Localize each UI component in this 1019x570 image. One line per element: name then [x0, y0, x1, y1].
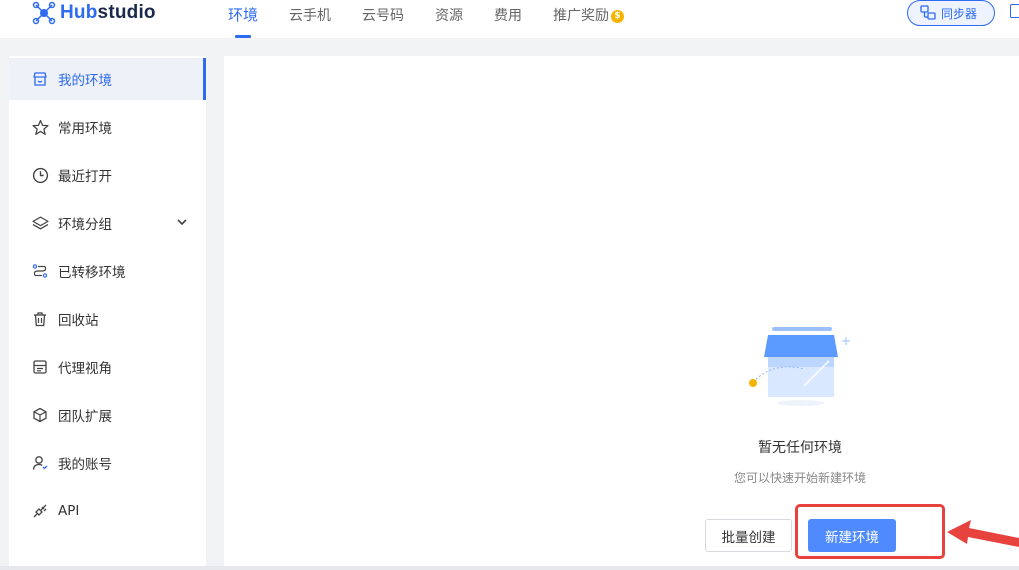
new-environment-button[interactable]: 新建环境: [808, 519, 896, 552]
sidebar-item-label: 团队扩展: [58, 409, 112, 425]
nav-tab-cloud-number[interactable]: 云号码: [362, 0, 404, 38]
sidebar-item-label: 环境分组: [58, 217, 112, 233]
nav-tab-referral-label: 推广奖励: [553, 8, 610, 24]
sidebar-item-label: 已转移环境: [58, 265, 126, 281]
nav-tab-billing[interactable]: 费用: [494, 0, 522, 38]
clock-icon: [31, 166, 49, 184]
nav-tab-cloud-phone[interactable]: 云手机: [289, 0, 331, 38]
sidebar: 我的环境 常用环境 最近打开 环境分组 已转移环境 回收站 代理视角 团队扩展 …: [9, 56, 206, 570]
annotation-arrow: [947, 520, 1019, 547]
message-icon[interactable]: [1010, 4, 1019, 18]
logo-text: Hubstudio: [60, 2, 156, 24]
proxy-icon: [31, 358, 49, 376]
empty-state-illustration: [749, 327, 850, 406]
chevron-down-icon[interactable]: [176, 216, 188, 228]
sidebar-item-transferred-environments[interactable]: 已转移环境: [9, 250, 206, 292]
sidebar-item-favorite-environments[interactable]: 常用环境: [9, 106, 206, 148]
bottom-divider: [0, 566, 1019, 570]
coin-icon: $: [611, 9, 625, 23]
synchronizer-icon: [920, 5, 936, 20]
nav-tab-referral[interactable]: 推广奖励 $: [553, 0, 625, 38]
sidebar-item-label: 常用环境: [58, 121, 112, 137]
store-icon: [31, 70, 49, 88]
sidebar-item-api[interactable]: API: [9, 490, 206, 532]
sidebar-item-label: 回收站: [58, 313, 99, 329]
sidebar-item-environment-groups[interactable]: 环境分组: [9, 202, 206, 244]
logo-text-prefix: Hub: [60, 2, 98, 23]
sidebar-item-my-account[interactable]: 我的账号: [9, 442, 206, 484]
synchronizer-button[interactable]: 同步器: [907, 0, 995, 26]
main-nav: 环境 云手机 云号码 资源 费用 推广奖励 $: [228, 0, 655, 38]
layers-icon: [31, 214, 49, 232]
transfer-icon: [31, 262, 49, 280]
cube-icon: [31, 406, 49, 424]
nav-tab-resources[interactable]: 资源: [435, 0, 463, 38]
sidebar-item-label: 我的账号: [58, 457, 112, 473]
sidebar-item-proxy-view[interactable]: 代理视角: [9, 346, 206, 388]
sidebar-item-label: 最近打开: [58, 169, 112, 185]
sidebar-item-label: API: [58, 503, 80, 519]
app-logo[interactable]: Hubstudio: [32, 0, 156, 26]
logo-text-suffix: studio: [97, 2, 156, 23]
top-bar: Hubstudio 环境 云手机 云号码 资源 费用 推广奖励 $ 同步器: [0, 0, 1019, 38]
sidebar-item-recently-opened[interactable]: 最近打开: [9, 154, 206, 196]
sidebar-item-recycle-bin[interactable]: 回收站: [9, 298, 206, 340]
nav-tab-environment[interactable]: 环境: [228, 0, 258, 38]
star-icon: [31, 118, 49, 136]
batch-create-button[interactable]: 批量创建: [705, 519, 792, 552]
sidebar-item-my-environments[interactable]: 我的环境: [9, 58, 206, 100]
sidebar-item-label: 我的环境: [58, 73, 112, 89]
trash-icon: [31, 310, 49, 328]
plug-icon: [31, 502, 49, 520]
sidebar-item-team-extensions[interactable]: 团队扩展: [9, 394, 206, 436]
synchronizer-label: 同步器: [941, 6, 978, 21]
empty-state-title: 暂无任何环境: [758, 440, 842, 456]
user-icon: [31, 454, 49, 472]
empty-state-subtitle: 您可以快速开始新建环境: [733, 471, 866, 485]
sidebar-item-label: 代理视角: [58, 361, 112, 377]
main-panel: 暂无任何环境 您可以快速开始新建环境 批量创建 新建环境: [224, 56, 1019, 566]
hubstudio-logo-icon: [32, 1, 56, 25]
